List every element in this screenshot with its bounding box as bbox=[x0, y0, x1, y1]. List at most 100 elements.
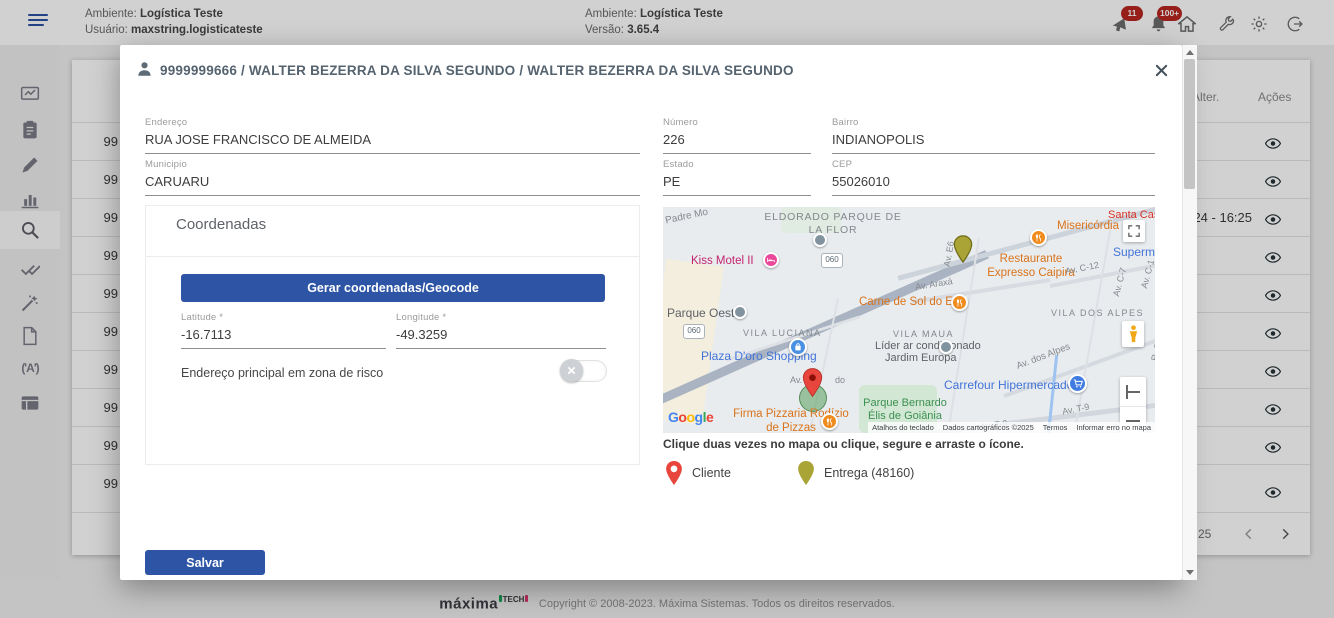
estado-input[interactable] bbox=[663, 170, 811, 196]
row-code: 99 bbox=[72, 199, 122, 237]
sidebar-item-presentation-chart-icon[interactable] bbox=[0, 78, 60, 112]
map-poi-label: Misericórdia bbox=[1057, 220, 1119, 232]
sidebar-item-magic-wand-icon[interactable] bbox=[0, 286, 60, 320]
logout-icon[interactable] bbox=[1283, 13, 1305, 35]
field-label: Bairro bbox=[832, 117, 1155, 128]
sidebar-item-search-icon[interactable] bbox=[0, 211, 60, 249]
google-map[interactable]: Padre Mo ELDORADO PARQUE DE LA FLOR 060 … bbox=[663, 207, 1155, 433]
sidebar-item-pencil-icon[interactable] bbox=[0, 148, 60, 182]
field-label: Endereço bbox=[145, 117, 640, 128]
user-value: maxstring.logisticateste bbox=[131, 24, 263, 36]
scrollbar-thumb[interactable] bbox=[1184, 59, 1195, 189]
map-poi-label: Kiss Motel II bbox=[691, 255, 754, 267]
pagination-next-chevron-icon[interactable] bbox=[1278, 527, 1292, 546]
scrollbar-down-arrow-icon[interactable] bbox=[1186, 570, 1194, 575]
divider bbox=[146, 256, 639, 257]
pegman-icon[interactable] bbox=[1122, 321, 1144, 347]
route-shield: 060 bbox=[683, 324, 705, 339]
latitude-input[interactable] bbox=[181, 323, 386, 349]
row-code: 99 bbox=[72, 123, 122, 161]
legend-cliente-pin-icon bbox=[665, 460, 683, 491]
map-hotel-icon[interactable] bbox=[763, 252, 779, 268]
field-numero: Número bbox=[663, 117, 811, 154]
scrollbar-up-arrow-icon[interactable] bbox=[1186, 50, 1194, 55]
map-restaurant-icon[interactable] bbox=[951, 294, 968, 311]
view-eye-icon[interactable] bbox=[1265, 326, 1281, 344]
map-poi-gray-icon[interactable] bbox=[813, 233, 827, 247]
modal-title: 9999999666 / WALTER BEZERRA DA SILVA SEG… bbox=[160, 63, 794, 78]
cep-input[interactable] bbox=[832, 170, 1155, 196]
maximatech-logo: máxima TECH bbox=[439, 595, 529, 613]
pagination-prev-chevron-icon[interactable] bbox=[1242, 527, 1256, 546]
zoom-in-icon[interactable] bbox=[1120, 377, 1146, 406]
route-shield: 060 bbox=[821, 253, 843, 268]
map-data-notice: Dados cartográficos ©2025 bbox=[943, 423, 1034, 432]
gear-icon[interactable] bbox=[1248, 13, 1270, 35]
field-label: Estado bbox=[663, 159, 811, 170]
env-user-block: Ambiente: Logística Teste Usuário: maxst… bbox=[85, 6, 263, 38]
risk-zone-toggle[interactable] bbox=[561, 360, 607, 382]
map-shopping-icon[interactable] bbox=[789, 338, 807, 356]
longitude-input[interactable] bbox=[396, 323, 606, 349]
numero-input[interactable] bbox=[663, 128, 811, 154]
bairro-input[interactable] bbox=[832, 128, 1155, 154]
map-report-link[interactable]: Informar erro no mapa bbox=[1076, 423, 1151, 432]
sidebar-item-signal-a-icon[interactable]: ('A') bbox=[0, 351, 60, 385]
entrega-pin-icon[interactable] bbox=[953, 235, 973, 268]
view-eye-icon[interactable] bbox=[1265, 288, 1281, 306]
legend-entrega-label: Entrega (48160) bbox=[824, 466, 914, 480]
field-label: CEP bbox=[832, 159, 1155, 170]
view-eye-icon[interactable] bbox=[1265, 212, 1281, 230]
cliente-pin-icon[interactable] bbox=[802, 367, 823, 403]
view-eye-icon[interactable] bbox=[1265, 250, 1281, 268]
save-button[interactable]: Salvar bbox=[145, 550, 265, 575]
map-poi-gray-icon[interactable] bbox=[939, 340, 953, 354]
map-shortcuts-link[interactable]: Atalhos do teclado bbox=[872, 423, 934, 432]
map-poi-gray-icon[interactable] bbox=[733, 305, 747, 319]
endereco-input[interactable] bbox=[145, 128, 640, 154]
view-eye-icon[interactable] bbox=[1265, 174, 1281, 192]
view-eye-icon[interactable] bbox=[1265, 364, 1281, 382]
column-header-acoes: Ações bbox=[1258, 90, 1291, 104]
map-terms-link[interactable]: Termos bbox=[1043, 423, 1068, 432]
map-attribution: Atalhos do teclado Dados cartográficos ©… bbox=[868, 422, 1155, 433]
wrench-icon[interactable] bbox=[1215, 13, 1237, 35]
hamburger-menu-icon[interactable] bbox=[28, 14, 48, 28]
bell-badge: 100+ bbox=[1157, 6, 1182, 21]
env-label-2: Ambiente: bbox=[585, 8, 637, 20]
env-value-2: Logística Teste bbox=[640, 8, 723, 20]
row-code: 99 bbox=[72, 275, 122, 313]
map-restaurant-icon[interactable] bbox=[821, 413, 838, 430]
geocode-button[interactable]: Gerar coordenadas/Geocode bbox=[181, 274, 605, 302]
view-eye-icon[interactable] bbox=[1265, 402, 1281, 420]
sidebar-item-clipboard-icon[interactable] bbox=[0, 113, 60, 147]
map-poi-label: Líder ar condicionado bbox=[875, 340, 981, 352]
map-area-shape bbox=[663, 259, 724, 426]
sidebar-item-document-icon[interactable] bbox=[0, 319, 60, 353]
map-street-label: Padre Mo bbox=[664, 207, 709, 226]
map-fullscreen-icon[interactable] bbox=[1123, 220, 1145, 242]
row-code: 99 bbox=[72, 313, 122, 351]
view-eye-icon[interactable] bbox=[1265, 136, 1281, 154]
municipio-input[interactable] bbox=[145, 170, 640, 196]
view-eye-icon[interactable] bbox=[1265, 440, 1281, 458]
modal-scrollbar[interactable] bbox=[1182, 45, 1197, 580]
map-poi-label: Parque Oeste bbox=[667, 306, 741, 320]
logo-main-text: máxima bbox=[439, 595, 498, 612]
top-header: Ambiente: Logística Teste Usuário: maxst… bbox=[0, 0, 1334, 45]
map-restaurant-icon[interactable] bbox=[1030, 229, 1047, 246]
sidebar-item-table-icon[interactable] bbox=[0, 386, 60, 420]
left-sidebar: ('A') bbox=[0, 45, 60, 580]
map-street-label: Av. dos Alpes bbox=[1015, 341, 1072, 372]
google-logo[interactable]: Google bbox=[668, 409, 713, 425]
map-street-label: do bbox=[835, 375, 845, 385]
row-code: 99 bbox=[72, 465, 122, 503]
logo-tech-text: TECH bbox=[503, 595, 525, 604]
view-eye-icon[interactable] bbox=[1265, 485, 1281, 503]
field-label: Municipio bbox=[145, 159, 640, 170]
field-latitude: Latitude * bbox=[181, 312, 386, 349]
map-area-label: VILA MAUA bbox=[893, 329, 954, 339]
map-cart-icon[interactable] bbox=[1068, 374, 1087, 393]
close-icon[interactable] bbox=[1152, 61, 1170, 79]
sidebar-item-double-check-icon[interactable] bbox=[0, 252, 60, 286]
